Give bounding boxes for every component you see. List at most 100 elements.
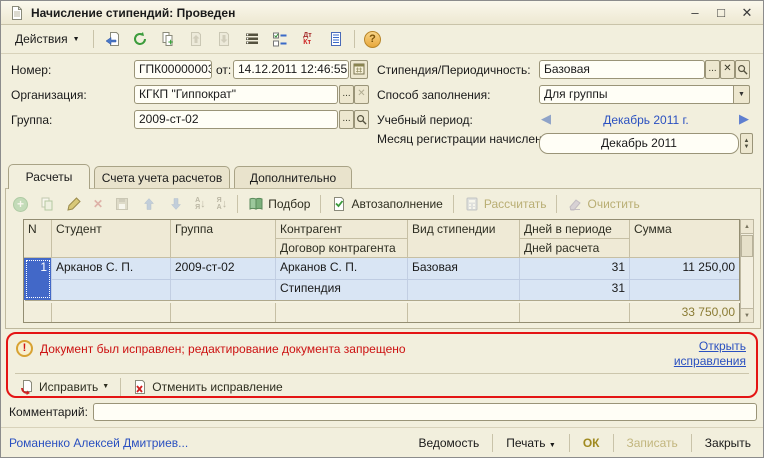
period-prev-icon[interactable]: ◀ (541, 111, 551, 127)
divider (691, 434, 692, 452)
author-link[interactable]: Романенко Алексей Дмитриев... (9, 436, 188, 450)
date-field[interactable]: 14.12.2011 12:46:55 (233, 60, 349, 79)
podbor-button[interactable]: Подбор (244, 193, 314, 215)
print-button[interactable]: Печать ▼ (502, 434, 560, 452)
scroll-up-icon[interactable]: ▲ (741, 220, 753, 234)
table-scrollbar[interactable]: ▲ ▼ (740, 219, 754, 323)
scholarship-open-button[interactable] (735, 60, 750, 79)
cell-row-number[interactable]: 1 (24, 258, 52, 300)
dtkt-icon: Дт Кт (303, 32, 311, 46)
col-header-group: Группа (171, 220, 276, 258)
cancel-fix-icon (132, 379, 148, 395)
arrow-down-icon (168, 196, 184, 212)
scholarship-select-button[interactable]: ... (705, 60, 720, 79)
col-header-days-period: Дней в периоде (520, 220, 630, 239)
tab-dopolnitelno[interactable]: Дополнительно (234, 166, 352, 188)
chevron-down-icon: ▼ (102, 383, 109, 390)
divider (237, 195, 238, 213)
fix-button[interactable]: Исправить ▼ (15, 376, 113, 398)
scrollbar-thumb[interactable] (741, 235, 753, 257)
fill-method-dropdown-button[interactable]: ▼ (733, 85, 750, 104)
scholarship-label: Стипендия/Периодичность: (377, 63, 531, 77)
edit-row-button[interactable] (62, 193, 86, 215)
col-header-days-calc: Дней расчета (520, 239, 630, 258)
table-frame: N Студент Группа Контрагент Договор конт… (23, 219, 740, 323)
vedomost-button[interactable]: Ведомость (414, 434, 483, 452)
number-field[interactable]: ГПК00000003 (134, 60, 212, 79)
cell-days-calc[interactable]: 31 (520, 279, 630, 300)
reg-month-spinner[interactable]: ▲▼ (740, 133, 753, 154)
correction-alert-panel: ! Документ был исправлен; редактирование… (6, 332, 758, 398)
edit-pencil-icon (66, 196, 82, 212)
divider (120, 378, 121, 396)
divider (613, 434, 614, 452)
scholarship-clear-button[interactable]: ✕ (720, 60, 735, 79)
cell-days-period[interactable]: 31 (520, 258, 630, 279)
cell-contractor[interactable]: Арканов С. П. (276, 258, 408, 279)
scholarship-field[interactable]: Базовая (539, 60, 705, 79)
group-field[interactable]: 2009-ст-02 (134, 110, 338, 129)
group-open-button[interactable] (354, 110, 369, 129)
study-period-value-link[interactable]: Декабрь 2011 г. (561, 113, 731, 127)
actions-menu-button[interactable]: Действия ▼ (7, 27, 88, 51)
refresh-button[interactable] (127, 27, 153, 51)
move-up-button (137, 193, 161, 215)
write-close-button[interactable] (99, 27, 125, 51)
add-row-button: + (9, 193, 32, 215)
document-journal-button[interactable] (323, 27, 349, 51)
organization-select-button[interactable]: ... (339, 85, 354, 104)
fix-icon (19, 379, 35, 395)
total-cell (408, 303, 520, 322)
total-cell (276, 303, 408, 322)
structure-icon (244, 31, 260, 47)
organization-label: Организация: (11, 88, 87, 102)
cancel-fix-button[interactable]: Отменить исправление (128, 376, 287, 398)
footer-bar: Романенко Алексей Дмитриев... Ведомость … (1, 427, 763, 458)
help-button[interactable]: ? (360, 27, 386, 51)
save-button: Записать (623, 434, 682, 452)
arrow-up-icon (141, 196, 157, 212)
posting-mode-icon (272, 31, 288, 47)
divider (453, 195, 454, 213)
close-icon[interactable]: ✕ (739, 5, 755, 21)
copy-document-button[interactable]: + (155, 27, 181, 51)
add-icon: + (13, 197, 28, 212)
organization-clear-button[interactable]: ✕ (354, 85, 369, 104)
main-toolbar: Действия ▼ + Дт Кт (1, 25, 763, 54)
organization-field[interactable]: КГКП "Гиппократ" (134, 85, 338, 104)
minimize-icon[interactable]: – (687, 5, 703, 21)
magnifier-icon (356, 114, 367, 125)
study-period-label: Учебный период: (377, 113, 473, 127)
correction-message: Документ был исправлен; редактирование д… (40, 342, 406, 356)
post-document-icon (188, 31, 204, 47)
col-header-contractor: Контрагент (276, 220, 408, 239)
divider (492, 434, 493, 452)
divider (569, 434, 570, 452)
sort-desc-button: ЯА↓ (213, 193, 232, 215)
cell-contract[interactable]: Стипендия (276, 279, 408, 300)
autofill-button[interactable]: Автозаполнение (327, 193, 446, 215)
close-button[interactable]: Закрыть (701, 434, 755, 452)
tab-raschety[interactable]: Расчеты (8, 164, 90, 189)
dtkt-postings-button[interactable]: Дт Кт (295, 27, 321, 51)
divider (93, 30, 94, 48)
sort-asc-button: АЯ↓ (191, 193, 210, 215)
posting-mode-button[interactable] (267, 27, 293, 51)
calendar-button[interactable] (350, 60, 368, 79)
comment-input[interactable] (93, 403, 757, 421)
sort-asc-icon: АЯ↓ (195, 197, 206, 211)
ok-button[interactable]: ОК (579, 434, 604, 452)
period-next-icon[interactable]: ▶ (739, 111, 749, 127)
scroll-down-icon[interactable]: ▼ (741, 308, 753, 322)
reg-month-field[interactable]: Декабрь 2011 (539, 133, 739, 154)
fill-method-field[interactable]: Для группы (539, 85, 750, 104)
title-bar: Начисление стипендий: Проведен – □ ✕ (1, 1, 763, 25)
maximize-icon[interactable]: □ (713, 5, 729, 21)
open-corrections-link[interactable]: Открыть исправления (636, 339, 746, 369)
col-header-contract: Договор контрагента (276, 239, 408, 258)
chevron-down-icon: ▼ (549, 442, 556, 449)
structure-button[interactable] (239, 27, 265, 51)
tab-scheta-ucheta[interactable]: Счета учета расчетов (94, 166, 230, 188)
end-edit-icon (114, 196, 130, 212)
group-select-button[interactable]: ... (339, 110, 354, 129)
